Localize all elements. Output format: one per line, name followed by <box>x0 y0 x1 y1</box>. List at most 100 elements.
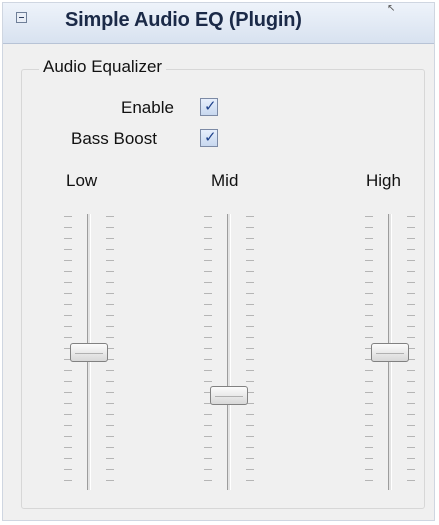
tick-mark <box>106 315 114 316</box>
tick-mark <box>407 425 415 426</box>
band-label-low: Low <box>66 171 98 190</box>
tick-mark <box>246 227 254 228</box>
low-thumb[interactable] <box>70 343 108 362</box>
tick-mark <box>106 436 114 437</box>
tick-mark <box>365 260 373 261</box>
tick-mark <box>106 381 114 382</box>
tick-mark <box>64 238 72 239</box>
check-icon: ✓ <box>204 98 217 115</box>
tick-mark <box>246 414 254 415</box>
tick-mark <box>204 447 212 448</box>
tick-mark <box>246 436 254 437</box>
tick-mark <box>64 458 72 459</box>
tick-mark <box>64 414 72 415</box>
tick-mark <box>106 271 114 272</box>
tick-mark <box>407 293 415 294</box>
enable-label: Enable <box>121 98 174 117</box>
tick-mark <box>407 260 415 261</box>
collapse-icon[interactable] <box>16 12 27 23</box>
tick-mark <box>365 293 373 294</box>
tick-mark <box>407 370 415 371</box>
tick-mark <box>365 447 373 448</box>
tick-mark <box>64 392 72 393</box>
tick-mark <box>64 326 72 327</box>
tick-mark <box>246 425 254 426</box>
enable-checkbox[interactable]: ✓ <box>200 98 218 116</box>
tick-mark <box>106 304 114 305</box>
tick-mark <box>64 304 72 305</box>
tick-mark <box>204 326 212 327</box>
tick-mark <box>204 293 212 294</box>
cursor-icon: ↖ <box>387 3 396 14</box>
tick-mark <box>407 304 415 305</box>
tick-mark <box>204 425 212 426</box>
tick-mark <box>407 392 415 393</box>
plugin-panel: Simple Audio EQ (Plugin) ↖ Audio Equaliz… <box>2 2 435 521</box>
tick-mark <box>246 447 254 448</box>
tick-mark <box>246 359 254 360</box>
tick-mark <box>365 436 373 437</box>
tick-mark <box>64 447 72 448</box>
tick-mark <box>106 469 114 470</box>
tick-mark <box>365 216 373 217</box>
tick-mark <box>407 326 415 327</box>
tick-mark <box>246 469 254 470</box>
high-thumb[interactable] <box>371 343 409 362</box>
tick-mark <box>64 370 72 371</box>
mid-ticks-right <box>246 216 254 481</box>
tick-mark <box>246 348 254 349</box>
tick-mark <box>407 414 415 415</box>
tick-mark <box>64 381 72 382</box>
tick-mark <box>407 227 415 228</box>
tick-mark <box>204 304 212 305</box>
tick-mark <box>204 348 212 349</box>
tick-mark <box>204 216 212 217</box>
group-label: Audio Equalizer <box>39 57 167 77</box>
tick-mark <box>204 480 212 481</box>
tick-mark <box>246 337 254 338</box>
tick-mark <box>246 271 254 272</box>
tick-mark <box>64 293 72 294</box>
tick-mark <box>204 227 212 228</box>
tick-mark <box>106 414 114 415</box>
high-slider[interactable] <box>355 208 425 498</box>
bass-boost-label: Bass Boost <box>71 129 157 148</box>
tick-mark <box>204 238 212 239</box>
tick-mark <box>204 249 212 250</box>
tick-mark <box>106 238 114 239</box>
tick-mark <box>246 480 254 481</box>
tick-mark <box>64 249 72 250</box>
tick-mark <box>407 271 415 272</box>
tick-mark <box>106 337 114 338</box>
tick-mark <box>106 216 114 217</box>
tick-mark <box>106 370 114 371</box>
tick-mark <box>365 282 373 283</box>
tick-mark <box>365 425 373 426</box>
tick-mark <box>204 436 212 437</box>
tick-mark <box>365 337 373 338</box>
tick-mark <box>407 282 415 283</box>
tick-mark <box>64 403 72 404</box>
tick-mark <box>407 436 415 437</box>
tick-mark <box>204 271 212 272</box>
low-slider[interactable] <box>54 208 124 498</box>
bass-boost-checkbox[interactable]: ✓ <box>200 129 218 147</box>
tick-mark <box>246 458 254 459</box>
mid-slider[interactable] <box>194 208 264 498</box>
mid-thumb[interactable] <box>210 386 248 405</box>
tick-mark <box>64 469 72 470</box>
tick-mark <box>365 227 373 228</box>
tick-mark <box>64 480 72 481</box>
tick-mark <box>246 282 254 283</box>
tick-mark <box>64 315 72 316</box>
tick-mark <box>407 337 415 338</box>
tick-mark <box>64 216 72 217</box>
tick-mark <box>64 227 72 228</box>
tick-mark <box>365 326 373 327</box>
mid-track <box>227 214 231 490</box>
tick-mark <box>246 381 254 382</box>
tick-mark <box>204 315 212 316</box>
tick-mark <box>246 370 254 371</box>
tick-mark <box>365 370 373 371</box>
tick-mark <box>204 414 212 415</box>
